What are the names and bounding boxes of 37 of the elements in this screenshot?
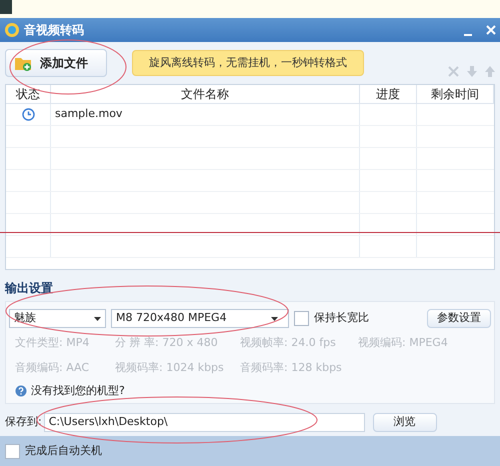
move-down-icon[interactable]	[467, 66, 477, 76]
help-icon	[15, 385, 27, 398]
shutdown-checkbox[interactable]	[5, 444, 20, 458]
spec-text: 视频码率: 1024 kbps	[115, 360, 225, 376]
help-link[interactable]: 没有找到您的机型?	[31, 383, 125, 400]
column-header: 状态	[6, 85, 51, 103]
thumbnail-image	[0, 0, 12, 14]
column-header: 文件名称	[51, 85, 360, 103]
spec-text: 音频码率: 128 kbps	[240, 360, 343, 376]
spec-text: 文件类型: MP4	[15, 335, 90, 351]
add-file-button[interactable]: 添加文件	[5, 49, 107, 77]
spec-text: 分 辨 率: 720 x 480	[115, 335, 219, 351]
clock-icon	[22, 108, 34, 121]
window-title: 音视频转码	[24, 22, 84, 39]
column-header: 进度	[360, 85, 417, 103]
browse-button[interactable]: 浏览	[372, 413, 437, 432]
column-header: 剩余时间	[417, 85, 494, 103]
file-name-cell: sample.mov	[51, 104, 360, 125]
close-icon[interactable]	[486, 25, 496, 35]
section-heading: 输出设置	[4, 280, 54, 297]
caret-icon	[94, 316, 101, 320]
move-up-icon[interactable]	[485, 66, 495, 76]
preset-dropdown[interactable]: M8 720x480 MPEG4	[111, 309, 289, 328]
brand-dropdown[interactable]: 魅族	[9, 309, 106, 328]
promo-banner[interactable]: 旋风离线转码，无需挂机，一秒钟转格式	[132, 50, 364, 76]
delete-icon[interactable]	[448, 66, 459, 76]
params-button[interactable]: 参数设置	[427, 309, 491, 328]
app-logo-icon	[4, 22, 20, 38]
folder-add-icon	[14, 55, 32, 71]
caret-icon	[271, 316, 278, 320]
spec-text: 视频编码: MPEG4	[358, 335, 449, 351]
spec-text: 视频帧率: 24.0 fps	[240, 335, 337, 351]
shutdown-label: 完成后自动关机	[25, 442, 102, 459]
spec-text: 音频编码: AAC	[15, 360, 90, 376]
keep-ratio-label: 保持长宽比	[314, 310, 369, 326]
keep-ratio-checkbox[interactable]	[294, 311, 309, 326]
save-path-field[interactable]: C:\Users\lxh\Desktop\	[44, 413, 365, 432]
